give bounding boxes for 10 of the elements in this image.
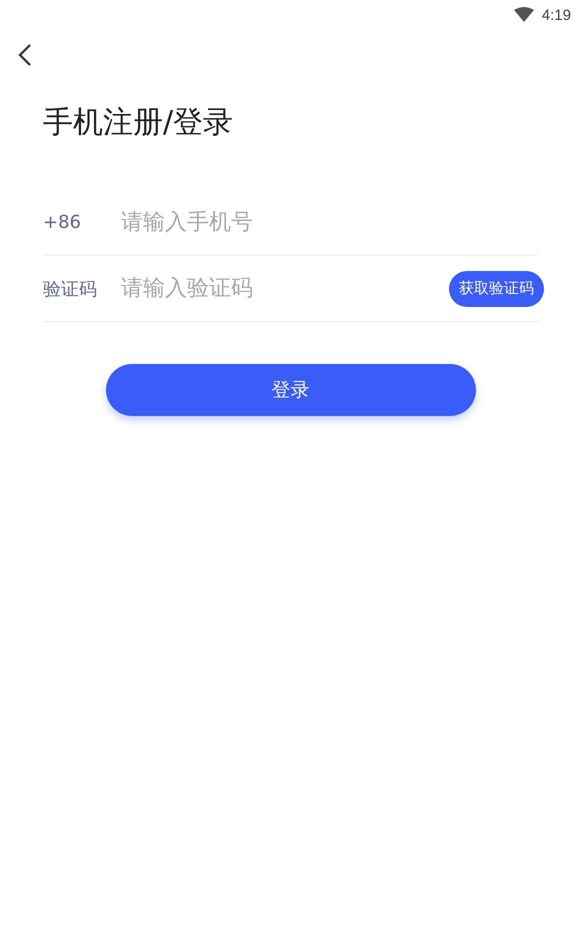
login-button[interactable]: 登录	[106, 364, 476, 416]
phone-input-field[interactable]: 请输入手机号	[121, 210, 538, 235]
page-title: 手机注册/登录	[43, 104, 234, 142]
country-code: +86	[43, 212, 82, 233]
wifi-icon	[514, 7, 534, 23]
code-label: 验证码	[43, 278, 98, 300]
back-icon[interactable]	[18, 43, 32, 67]
status-time: 4:19	[542, 6, 571, 24]
code-input-field[interactable]: 请输入验证码	[121, 276, 449, 301]
get-code-button[interactable]: 获取验证码	[449, 270, 544, 306]
